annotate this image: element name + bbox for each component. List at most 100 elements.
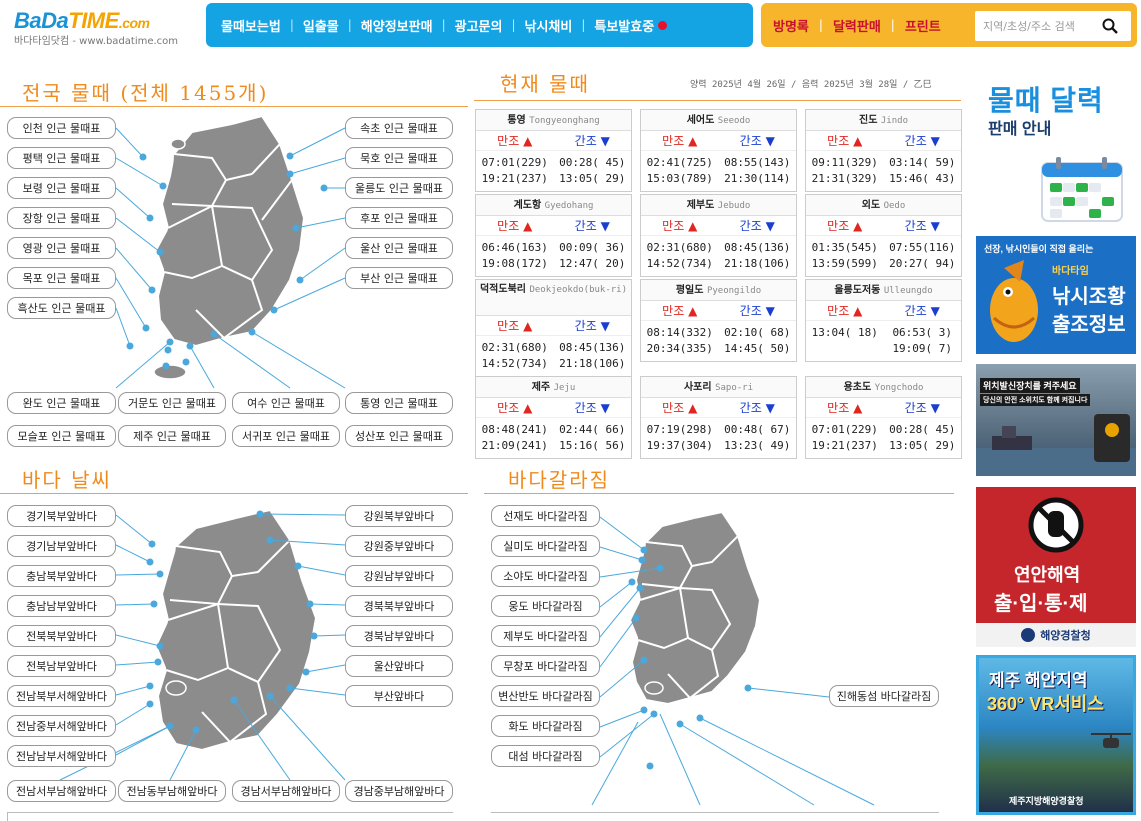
- tide-label-jeju[interactable]: 제주 인근 물때표: [118, 425, 226, 447]
- nav-warnings[interactable]: 특보발효중: [585, 16, 676, 35]
- weather-label-jeonbuk-south[interactable]: 전북남부앞바다: [7, 655, 116, 677]
- high-tide-header: 만조 ▲: [497, 134, 533, 148]
- search-input[interactable]: [975, 12, 1095, 40]
- drone-icon: [1091, 733, 1131, 748]
- low-tide-times: 00:28( 45) 13:05( 29): [884, 422, 962, 454]
- weather-label-gyeongbuk-south[interactable]: 경북남부앞바다: [345, 625, 453, 647]
- tide-label-ulleungdo[interactable]: 울릉도 인근 물때표: [345, 177, 453, 199]
- low-tide-header: 간조 ▼: [574, 134, 610, 148]
- tide-card[interactable]: 울릉도저동 Ulleungdo 만조 ▲ 간조 ▼ 13:04( 18) 06:53( …: [805, 279, 962, 362]
- tide-card[interactable]: 계도항 Gyedohang 만조 ▲ 간조 ▼ 06:46(163) 19:08(172…: [475, 194, 632, 277]
- ad-jeju-vr[interactable]: 제주 해안지역 360° VR서비스 제주지방해양경찰청: [976, 655, 1136, 815]
- tide-card[interactable]: 덕적도북리 Deokjeokdo(buk-ri) 만조 ▲ 간조 ▼ 02:31(68…: [475, 279, 632, 377]
- weather-label-gyeonggi-south[interactable]: 경기남부앞바다: [7, 535, 116, 557]
- tide-card[interactable]: 용초도 Yongchodo 만조 ▲ 간조 ▼ 07:01(229) 19:21(237…: [805, 376, 962, 459]
- ad-location-signal[interactable]: 위치발신장치를 켜주세요 당신의 안전 소위치도 함께 켜집니다: [976, 364, 1136, 476]
- high-tide-time: 19:08(172): [481, 257, 548, 270]
- split-label-soyado[interactable]: 소야도 바다갈라짐: [491, 565, 600, 587]
- tide-label-yeonggwang[interactable]: 영광 인근 물때표: [7, 237, 116, 259]
- weather-label-chungnam-south[interactable]: 충남남부앞바다: [7, 595, 116, 617]
- nav-sunrise[interactable]: 일출몰: [294, 16, 348, 35]
- tide-card[interactable]: 제주 Jeju 만조 ▲ 간조 ▼ 08:48(241) 21:09(241) 02:44…: [475, 376, 632, 459]
- weather-label-gyeongnam-mid-south[interactable]: 경남중부남해앞바다: [345, 780, 453, 802]
- split-label-jebudo[interactable]: 제부도 바다갈라짐: [491, 625, 600, 647]
- tide-label-yeosu[interactable]: 여수 인근 물때표: [232, 392, 340, 414]
- tide-card[interactable]: 세어도 Seeodo 만조 ▲ 간조 ▼ 02:41(725) 15:03(789) 08…: [640, 109, 797, 192]
- weather-label-ulsan[interactable]: 울산앞바다: [345, 655, 453, 677]
- low-tide-time: 00:48( 67): [724, 423, 791, 436]
- ad-tide-calendar[interactable]: 물때 달력 판매 안내: [976, 67, 1136, 232]
- tide-card[interactable]: 평일도 Pyeongildo 만조 ▲ 간조 ▼ 08:14(332) 20:34(33…: [640, 279, 797, 362]
- tide-card[interactable]: 사포리 Sapo-ri 만조 ▲ 간조 ▼ 07:19(298) 19:37(304) 0…: [640, 376, 797, 459]
- site-logo[interactable]: BaDaTIME.com 바다타임닷컴 - www.badatime.com: [14, 8, 178, 47]
- nav-tide-guide[interactable]: 물때보는법: [212, 16, 290, 35]
- station-name-en: Ulleungdo: [883, 286, 933, 296]
- nav-guestbook[interactable]: 방명록: [763, 16, 819, 35]
- tide-label-janghang[interactable]: 장항 인근 물때표: [7, 207, 116, 229]
- tide-card[interactable]: 제부도 Jebudo 만조 ▲ 간조 ▼ 02:31(680) 14:52(734) 08…: [640, 194, 797, 277]
- tide-label-seongsanpo[interactable]: 성산포 인근 물때표: [345, 425, 453, 447]
- split-label-muchangpo[interactable]: 무창포 바다갈라짐: [491, 655, 600, 677]
- split-label-byeonsan[interactable]: 변산반도 바다갈라짐: [491, 685, 600, 707]
- nav-ad-inquiry[interactable]: 광고문의: [446, 16, 512, 35]
- nav-print[interactable]: 프린트: [895, 16, 951, 35]
- split-label-hwado[interactable]: 화도 바다갈라짐: [491, 715, 600, 737]
- tide-card-header-row: 만조 ▲ 간조 ▼: [641, 398, 796, 418]
- weather-label-chungnam-north[interactable]: 충남북부앞바다: [7, 565, 116, 587]
- tide-label-seogwipo[interactable]: 서귀포 인근 물때표: [232, 425, 340, 447]
- split-label-ungdo[interactable]: 웅도 바다갈라짐: [491, 595, 600, 617]
- low-tide-time: 06:53( 3): [892, 326, 953, 339]
- weather-label-jeonbuk-north[interactable]: 전북북부앞바다: [7, 625, 116, 647]
- tide-card[interactable]: 외도 Oedo 만조 ▲ 간조 ▼ 01:35(545) 13:59(599) 07:55…: [805, 194, 962, 277]
- tide-label-moseulpo[interactable]: 모슬포 인근 물때표: [7, 425, 116, 447]
- nav-fishing-gear[interactable]: 낚시채비: [516, 16, 582, 35]
- weather-label-gyeongnam-west-south[interactable]: 경남서부남해앞바다: [232, 780, 340, 802]
- tide-label-wando[interactable]: 완도 인근 물때표: [7, 392, 116, 414]
- station-name: 진도: [859, 115, 878, 126]
- tide-label-pyeongtaek[interactable]: 평택 인근 물때표: [7, 147, 116, 169]
- low-tide-arrow-icon: ▼: [930, 219, 940, 233]
- split-label-seonjaedo[interactable]: 선재도 바다갈라짐: [491, 505, 600, 527]
- tide-label-mukho[interactable]: 묵호 인근 물때표: [345, 147, 453, 169]
- tide-card-times: 08:14(332) 20:34(335) 02:10( 68) 14:45( 50): [641, 321, 796, 361]
- nav-ocean-info[interactable]: 해양정보판매: [352, 16, 442, 35]
- tide-label-incheon[interactable]: 인천 인근 물때표: [7, 117, 116, 139]
- tide-card[interactable]: 통영 Tongyeonghang 만조 ▲ 간조 ▼ 07:01(229) 19:21(…: [475, 109, 632, 192]
- tide-label-busan[interactable]: 부산 인근 물때표: [345, 267, 453, 289]
- weather-label-gyeonggi-north[interactable]: 경기북부앞바다: [7, 505, 116, 527]
- low-tide-header: 간조 ▼: [904, 219, 940, 233]
- search-button[interactable]: [1095, 12, 1125, 40]
- tide-label-sokcho[interactable]: 속초 인근 물때표: [345, 117, 453, 139]
- ad-fishing-report[interactable]: 선장, 낚시인들이 직접 올리는 바다타임 낚시조황 출조정보: [976, 236, 1136, 354]
- low-tide-header: 간조 ▼: [574, 319, 610, 333]
- ad-coastal-restriction[interactable]: 연안해역 출·입·통·제 해양경찰청: [976, 487, 1136, 647]
- high-tide-arrow-icon: ▲: [688, 134, 698, 148]
- high-tide-header: 만조 ▲: [497, 401, 533, 415]
- weather-label-gangwon-north[interactable]: 강원북부앞바다: [345, 505, 453, 527]
- weather-label-busan[interactable]: 부산앞바다: [345, 685, 453, 707]
- tide-label-geomundo[interactable]: 거문도 인근 물때표: [118, 392, 226, 414]
- weather-label-jeonnam-north-west[interactable]: 전남북부서해앞바다: [7, 685, 116, 707]
- split-label-silmido[interactable]: 실미도 바다갈라짐: [491, 535, 600, 557]
- tide-card[interactable]: 진도 Jindo 만조 ▲ 간조 ▼ 09:11(329) 21:31(329) 03:1…: [805, 109, 962, 192]
- weather-label-gyeongbuk-north[interactable]: 경북북부앞바다: [345, 595, 453, 617]
- logo-subtitle: 바다타임닷컴 - www.badatime.com: [14, 36, 179, 47]
- weather-label-jeonnam-south-west[interactable]: 전남남부서해앞바다: [7, 745, 116, 767]
- tide-label-hupo[interactable]: 후포 인근 물때표: [345, 207, 453, 229]
- low-tide-arrow-icon: ▼: [765, 401, 775, 415]
- station-name-en: Yongchodo: [874, 383, 924, 393]
- weather-label-gangwon-south[interactable]: 강원남부앞바다: [345, 565, 453, 587]
- tide-label-tongyeong[interactable]: 통영 인근 물때표: [345, 392, 453, 414]
- tide-label-boryeong[interactable]: 보령 인근 물때표: [7, 177, 116, 199]
- weather-label-jeonnam-mid-west[interactable]: 전남중부서해앞바다: [7, 715, 116, 737]
- nav-calendar-sale[interactable]: 달력판매: [823, 16, 891, 35]
- low-tide-header: 간조 ▼: [904, 304, 940, 318]
- split-label-jinhae[interactable]: 진해동섬 바다갈라짐: [829, 685, 939, 707]
- split-label-daeseom[interactable]: 대섬 바다갈라짐: [491, 745, 600, 767]
- weather-label-jeonnam-west-south[interactable]: 전남서부남해앞바다: [7, 780, 116, 802]
- weather-label-jeonnam-east-south[interactable]: 전남동부남해앞바다: [118, 780, 226, 802]
- tide-label-heuksando[interactable]: 흑산도 인근 물때표: [7, 297, 116, 319]
- weather-label-gangwon-mid[interactable]: 강원중부앞바다: [345, 535, 453, 557]
- tide-label-ulsan[interactable]: 울산 인근 물때표: [345, 237, 453, 259]
- tide-label-mokpo[interactable]: 목포 인근 물때표: [7, 267, 116, 289]
